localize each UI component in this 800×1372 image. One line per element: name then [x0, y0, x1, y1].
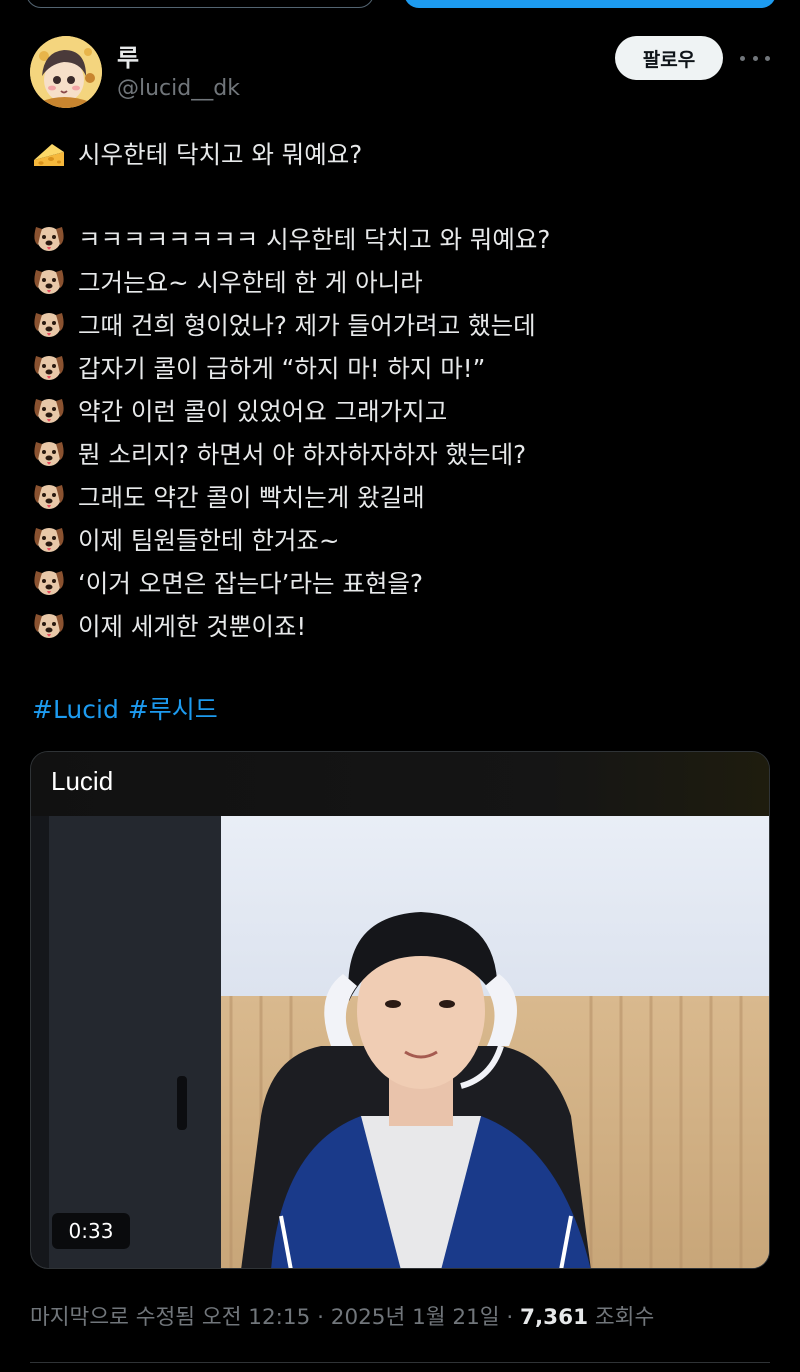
tweet-line-text: 뭔 소리지? 하면서 야 하자하자하자 했는데? [78, 439, 527, 469]
video-player[interactable]: Lucid [30, 751, 770, 1269]
avatar[interactable] [30, 36, 102, 108]
hashtag-link[interactable]: #Lucid [32, 695, 119, 724]
tweet-line-text: 그거는요~ 시우한테 한 게 아니라 [78, 267, 423, 297]
tweet-line: ㅋㅋㅋㅋㅋㅋㅋㅋ 시우한테 닥치고 와 뭐예요? [32, 219, 550, 257]
tweet-line: 그때 건희 형이었나? 제가 들어가려고 했는데 [32, 305, 536, 343]
tweet-line: 그래도 약간 콜이 빡치는게 왔길래 [32, 477, 425, 515]
tweet-line: ‘이거 오면은 잡는다’라는 표현을? [32, 563, 423, 601]
dog-face-icon [34, 614, 64, 638]
tweet-meta: 마지막으로 수정됨 오전 12:15 · 2025년 1월 21일 · 7,36… [30, 1300, 654, 1331]
dog-face-icon [34, 356, 64, 380]
video-header: Lucid [31, 752, 769, 816]
dog-face-icon [34, 442, 64, 466]
dog-face-icon [34, 313, 64, 337]
avatar-illustration [30, 36, 102, 108]
author-name[interactable]: 루 [117, 38, 139, 73]
more-options-icon[interactable] [740, 44, 770, 72]
tweet-line: 약간 이런 콜이 있었어요 그래가지고 [32, 391, 447, 429]
views-count: 7,361 [520, 1305, 589, 1330]
edited-timestamp[interactable]: 마지막으로 수정됨 오전 12:15 · 2025년 1월 21일 · [30, 1305, 520, 1330]
views-label: 조회수 [588, 1305, 655, 1330]
video-duration: 0:33 [52, 1213, 130, 1249]
follow-button[interactable]: 팔로우 [615, 36, 723, 80]
dog-face-icon [34, 528, 64, 552]
divider [30, 1362, 770, 1363]
top-outline-button[interactable] [26, 0, 374, 8]
tweet-line-text: 이제 세게한 것뿐이죠! [78, 611, 307, 641]
tweet-line: 갑자기 콜이 급하게 “하지 마! 하지 마!” [32, 348, 485, 386]
tweet-line: 뭔 소리지? 하면서 야 하자하자하자 했는데? [32, 434, 526, 472]
video-frame [31, 816, 769, 1268]
tweet-line: 이제 팀원들한테 한거죠~ [32, 520, 340, 558]
tweet-line-text: 이제 팀원들한테 한거죠~ [78, 525, 340, 555]
author-handle[interactable]: @lucid__dk [117, 76, 240, 101]
dog-face-icon [34, 571, 64, 595]
tweet-line-text: 갑자기 콜이 급하게 “하지 마! 하지 마!” [78, 353, 486, 383]
tweet-line-text: ‘이거 오면은 잡는다’라는 표현을? [78, 568, 423, 598]
hashtags: #Lucid #루시드 [32, 690, 227, 726]
tweet-line-text: 그때 건희 형이었나? 제가 들어가려고 했는데 [78, 310, 536, 340]
tweet-line-text: 약간 이런 콜이 있었어요 그래가지고 [78, 396, 448, 426]
cheese-icon [34, 144, 64, 166]
video-title: Lucid [51, 766, 114, 796]
tweet-line: 이제 세게한 것뿐이죠! [32, 606, 306, 644]
dog-face-icon [34, 270, 64, 294]
top-primary-button[interactable] [404, 0, 776, 8]
tweet-line: 시우한테 닥치고 와 뭐예요? [32, 134, 362, 172]
hashtag-link[interactable]: #루시드 [128, 695, 218, 724]
dog-face-icon [34, 485, 64, 509]
dog-face-icon [34, 227, 64, 251]
dog-face-icon [34, 399, 64, 423]
tweet-line-text: 시우한테 닥치고 와 뭐예요? [78, 139, 363, 169]
tweet-line-text: ㅋㅋㅋㅋㅋㅋㅋㅋ 시우한테 닥치고 와 뭐예요? [78, 224, 551, 254]
tweet-line: 그거는요~ 시우한테 한 게 아니라 [32, 262, 423, 300]
tweet-line-text: 그래도 약간 콜이 빡치는게 왔길래 [78, 482, 425, 512]
